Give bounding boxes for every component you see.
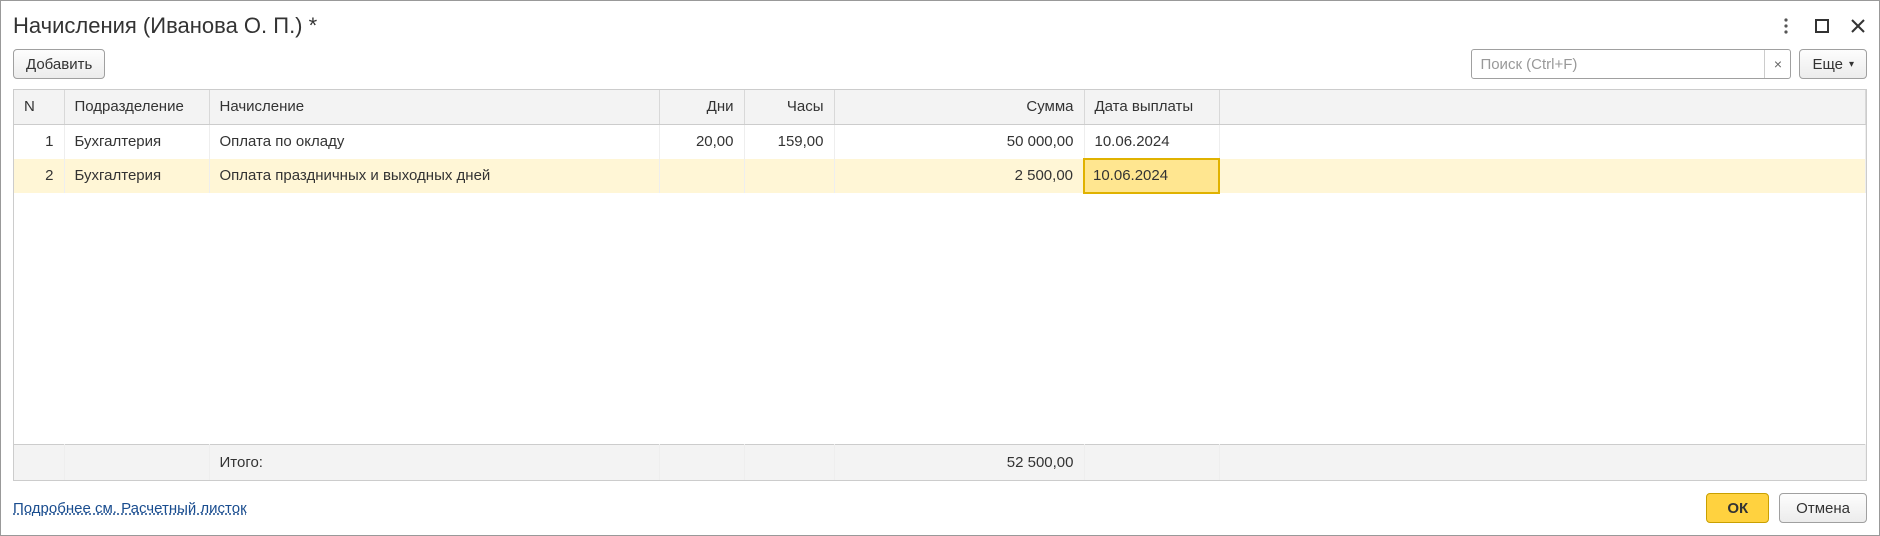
chevron-down-icon: ▾ (1849, 59, 1854, 70)
cell-hours[interactable]: 159,00 (744, 125, 834, 159)
toolbar: Добавить × Еще ▾ (13, 49, 1867, 79)
col-header-department[interactable]: Подразделение (64, 90, 209, 124)
table-row[interactable]: 1БухгалтерияОплата по окладу20,00159,005… (14, 125, 1866, 159)
col-header-days[interactable]: Дни (659, 90, 744, 124)
window-title: Начисления (Иванова О. П.) * (13, 13, 317, 39)
search-input[interactable] (1472, 56, 1764, 73)
search-clear-icon[interactable]: × (1764, 50, 1790, 78)
cell-hours[interactable] (744, 159, 834, 193)
kebab-menu-icon[interactable] (1777, 17, 1795, 35)
col-header-n[interactable]: N (14, 90, 64, 124)
total-label: Итого: (209, 444, 659, 480)
toolbar-right: × Еще ▾ (1471, 49, 1867, 79)
grid-rows: 1БухгалтерияОплата по окладу20,00159,005… (14, 125, 1866, 194)
grid-body: 1БухгалтерияОплата по окладу20,00159,005… (14, 125, 1866, 444)
more-button[interactable]: Еще ▾ (1799, 49, 1867, 79)
add-button[interactable]: Добавить (13, 49, 105, 79)
grid: N Подразделение Начисление Дни Часы Сумм… (13, 89, 1867, 481)
maximize-icon[interactable] (1813, 17, 1831, 35)
cell-empty[interactable] (1219, 159, 1866, 193)
cancel-button[interactable]: Отмена (1779, 493, 1867, 523)
search-field: × (1471, 49, 1791, 79)
close-icon[interactable] (1849, 17, 1867, 35)
cell-empty[interactable] (1219, 125, 1866, 159)
col-header-paydate[interactable]: Дата выплаты (1084, 90, 1219, 124)
cell-sum[interactable]: 2 500,00 (834, 159, 1084, 193)
cell-accrual[interactable]: Оплата праздничных и выходных дней (209, 159, 659, 193)
col-header-rest (1219, 90, 1866, 124)
cell-days[interactable]: 20,00 (659, 125, 744, 159)
footer-buttons: ОК Отмена (1706, 493, 1867, 523)
more-button-label: Еще (1812, 56, 1843, 73)
cell-department[interactable]: Бухгалтерия (64, 159, 209, 193)
total-row: Итого: 52 500,00 (14, 444, 1866, 480)
cell-department[interactable]: Бухгалтерия (64, 125, 209, 159)
total-sum: 52 500,00 (834, 444, 1084, 480)
window: Начисления (Иванова О. П.) * Добавить × … (0, 0, 1880, 536)
cell-accrual[interactable]: Оплата по окладу (209, 125, 659, 159)
titlebar: Начисления (Иванова О. П.) * (13, 9, 1867, 49)
col-header-sum[interactable]: Сумма (834, 90, 1084, 124)
col-header-accrual[interactable]: Начисление (209, 90, 659, 124)
footer: Подробнее см. Расчетный листок ОК Отмена (13, 481, 1867, 523)
cell-pay_date[interactable]: 10.06.2024 (1084, 125, 1219, 159)
grid-header: N Подразделение Начисление Дни Часы Сумм… (14, 90, 1866, 125)
cell-sum[interactable]: 50 000,00 (834, 125, 1084, 159)
cell-n[interactable]: 1 (14, 125, 64, 159)
header-row: N Подразделение Начисление Дни Часы Сумм… (14, 90, 1866, 124)
details-link[interactable]: Подробнее см. Расчетный листок (13, 500, 247, 517)
col-header-hours[interactable]: Часы (744, 90, 834, 124)
titlebar-controls (1777, 17, 1867, 35)
grid-totals: Итого: 52 500,00 (14, 444, 1866, 481)
cell-n[interactable]: 2 (14, 159, 64, 193)
ok-button[interactable]: ОК (1706, 493, 1769, 523)
cell-pay_date[interactable]: 10.06.2024 (1084, 159, 1219, 193)
cell-days[interactable] (659, 159, 744, 193)
table-row[interactable]: 2БухгалтерияОплата праздничных и выходны… (14, 159, 1866, 193)
